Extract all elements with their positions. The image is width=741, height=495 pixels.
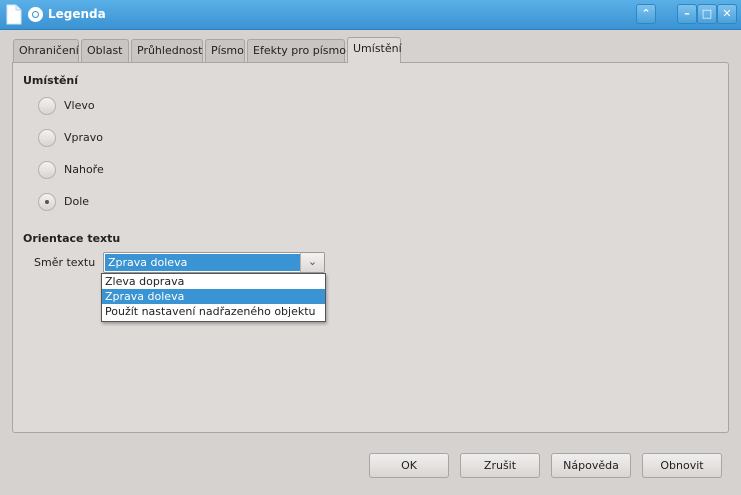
dropdown-option-right-to-left[interactable]: Zprava doleva	[102, 289, 325, 304]
tab-position[interactable]: Umístění	[347, 37, 402, 63]
document-icon	[6, 4, 22, 25]
placement-heading: Umístění	[23, 74, 79, 87]
app-icon	[28, 7, 43, 22]
ok-button[interactable]: OK	[369, 453, 449, 478]
tab-area[interactable]: Oblast	[81, 39, 129, 62]
radio-top-button[interactable]	[38, 161, 56, 179]
orientation-heading: Orientace textu	[23, 232, 121, 245]
radio-right-button[interactable]	[38, 129, 56, 147]
help-button[interactable]: Nápověda	[551, 453, 631, 478]
tab-panel: Umístění Vlevo Vpravo Nahoře Dole Orient…	[12, 62, 729, 433]
title-bar[interactable]: Legenda ⌃ – □ ✕	[0, 0, 741, 30]
reset-button[interactable]: Obnovit	[642, 453, 722, 478]
maximize-button[interactable]: □	[697, 4, 717, 24]
dropdown-option-use-superordinate[interactable]: Použít nastavení nadřazeného objektu	[102, 304, 325, 319]
text-direction-select[interactable]: Zprava doleva ⌄	[103, 252, 325, 273]
text-direction-value[interactable]: Zprava doleva	[105, 254, 301, 271]
cancel-button[interactable]: Zrušit	[460, 453, 540, 478]
radio-bottom-button[interactable]	[38, 193, 56, 211]
text-direction-label: Směr textu	[34, 256, 96, 269]
tab-font-effects[interactable]: Efekty pro písmo	[247, 39, 346, 62]
radio-left-button[interactable]	[38, 97, 56, 115]
keep-above-button[interactable]: ⌃	[636, 4, 656, 24]
minimize-button[interactable]: –	[677, 4, 697, 24]
close-button[interactable]: ✕	[717, 4, 737, 24]
dialog-window: Legenda ⌃ – □ ✕ Ohraničení Oblast Průhle…	[0, 0, 741, 495]
window-title: Legenda	[48, 7, 106, 21]
radio-top-label[interactable]: Nahoře	[64, 163, 104, 176]
tab-font[interactable]: Písmo	[205, 39, 245, 62]
dropdown-option-left-to-right[interactable]: Zleva doprava	[102, 274, 325, 289]
chevron-down-icon[interactable]: ⌄	[300, 253, 324, 272]
radio-right-label[interactable]: Vpravo	[64, 131, 103, 144]
radio-left-label[interactable]: Vlevo	[64, 99, 95, 112]
radio-bottom-label[interactable]: Dole	[64, 195, 89, 208]
tab-borders[interactable]: Ohraničení	[13, 39, 79, 62]
text-direction-dropdown: Zleva doprava Zprava doleva Použít nasta…	[101, 273, 326, 322]
tab-transparency[interactable]: Průhlednost	[131, 39, 203, 62]
